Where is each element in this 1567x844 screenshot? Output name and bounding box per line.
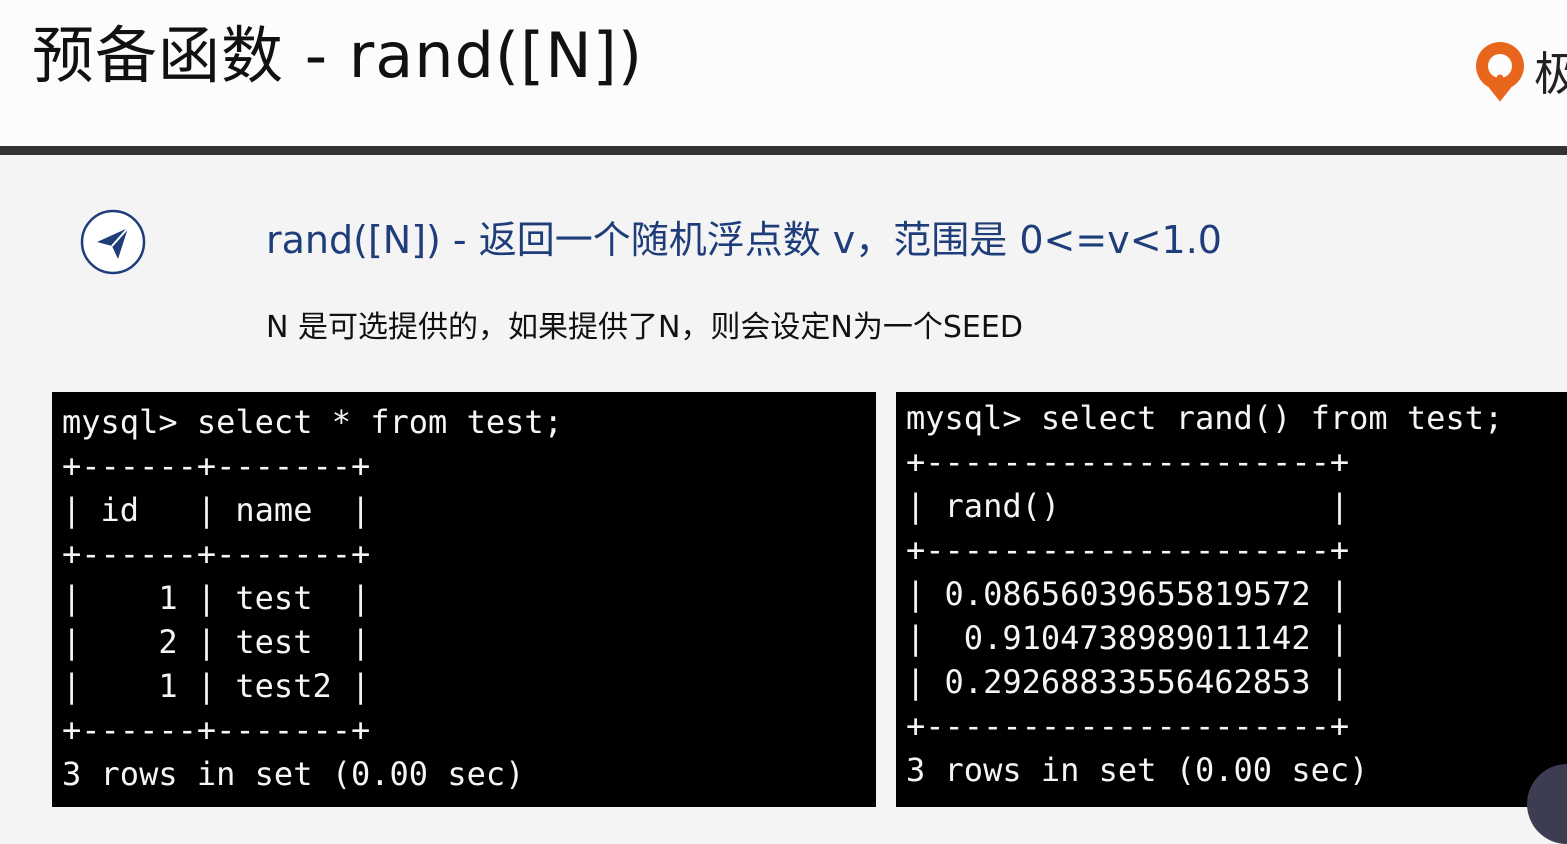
terminal-line: 3 rows in set (0.00 sec) xyxy=(906,751,1369,789)
terminal-line: +---------------------+ xyxy=(906,707,1350,745)
terminal-line: mysql> select rand() from test; xyxy=(906,399,1504,437)
terminal-line: | id | name | xyxy=(62,491,371,529)
brand-logo-text: 极 xyxy=(1534,47,1567,101)
terminal-line: | 2 | test | xyxy=(62,623,371,661)
slide-header: 预备函数 - rand([N]) 极 xyxy=(0,0,1567,146)
terminal-line: +------+-------+ xyxy=(62,447,371,485)
terminal-line: | 1 | test2 | xyxy=(62,667,371,705)
terminal-line: 3 rows in set (0.00 sec) xyxy=(62,755,525,793)
paper-plane-icon xyxy=(80,209,146,275)
terminal-line: +---------------------+ xyxy=(906,443,1350,481)
terminal-line: +------+-------+ xyxy=(62,711,371,749)
terminal-left: mysql> select * from test; +------+-----… xyxy=(52,392,876,807)
terminal-right: mysql> select rand() from test; +-------… xyxy=(896,392,1567,807)
slide-title: 预备函数 - rand([N]) xyxy=(32,19,644,92)
terminal-line: | 0.08656039655819572 | xyxy=(906,575,1350,613)
terminal-line: mysql> select * from test; xyxy=(62,403,563,441)
brand-logo-icon xyxy=(1476,42,1524,102)
terminal-line: | 0.29268833556462853 | xyxy=(906,663,1350,701)
section-heading: rand([N]) - 返回一个随机浮点数 v，范围是 0<=v<1.0 xyxy=(266,218,1222,262)
terminal-line: | 0.9104738989011142 | xyxy=(906,619,1350,657)
terminal-line: +------+-------+ xyxy=(62,535,371,573)
terminal-line: | 1 | test | xyxy=(62,579,371,617)
terminal-line: | rand() | xyxy=(906,487,1350,525)
section-description: N 是可选提供的，如果提供了N，则会设定N为一个SEED xyxy=(266,310,1023,345)
header-divider xyxy=(0,146,1567,155)
terminal-line: +---------------------+ xyxy=(906,531,1350,569)
